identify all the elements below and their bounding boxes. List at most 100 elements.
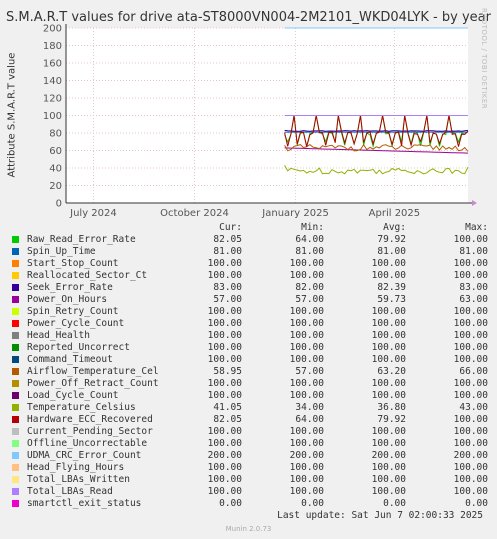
legend-value-max: 200.00 (453, 450, 488, 461)
legend-value-min: 81.00 (295, 246, 324, 257)
legend-swatch (12, 488, 19, 495)
legend-swatch (12, 416, 19, 423)
legend-value-min: 100.00 (289, 330, 324, 341)
legend-value-max: 100.00 (453, 438, 488, 449)
legend-value-cur: 100.00 (207, 390, 242, 401)
legend-value-cur: 100.00 (207, 306, 242, 317)
legend-value-avg: 79.92 (377, 414, 406, 425)
last-update: Last update: Sat Jun 7 02:00:33 2025 (277, 510, 483, 521)
legend-value-max: 100.00 (453, 330, 488, 341)
y-tick-label: 140 (43, 76, 62, 87)
legend-header-cur: Cur: (219, 222, 242, 233)
legend-series-name: Airflow_Temperature_Cel (27, 366, 159, 377)
y-tick-label: 0 (56, 199, 62, 210)
y-tick-label: 180 (43, 41, 62, 52)
legend-value-cur: 100.00 (207, 486, 242, 497)
legend-value-avg: 100.00 (371, 354, 406, 365)
legend-value-avg: 100.00 (371, 258, 406, 269)
legend-value-min: 100.00 (289, 390, 324, 401)
legend-value-min: 34.00 (295, 402, 324, 413)
legend-series-name: Total_LBAs_Written (27, 474, 130, 485)
legend-value-min: 64.00 (295, 414, 324, 425)
legend-series-name: Load_Cycle_Count (27, 390, 119, 401)
chart-plot: 0 20 40 60 80 100 120 140 160 180 200 July 2024 Octo… (43, 24, 477, 219)
legend-value-max: 100.00 (453, 462, 488, 473)
legend-value-avg: 81.00 (377, 246, 406, 257)
x-tick-label: July 2024 (69, 208, 117, 219)
legend-series-name: Head_Health (27, 330, 90, 341)
legend-value-min: 57.00 (295, 294, 324, 305)
legend-value-cur: 100.00 (207, 330, 242, 341)
legend-value-cur: 100.00 (207, 426, 242, 437)
legend-swatch (12, 428, 19, 435)
legend-series-name: Temperature_Celsius (27, 402, 136, 413)
legend-value-min: 100.00 (289, 378, 324, 389)
legend-header-max: Max: (465, 222, 488, 233)
legend-value-avg: 100.00 (371, 426, 406, 437)
legend-value-min: 82.00 (295, 282, 324, 293)
legend-value-cur: 100.00 (207, 462, 242, 473)
legend-value-min: 100.00 (289, 306, 324, 317)
legend-value-cur: 83.00 (213, 282, 242, 293)
legend-series-name: Spin_Retry_Count (27, 306, 119, 317)
legend-value-min: 64.00 (295, 234, 324, 245)
legend-value-min: 100.00 (289, 462, 324, 473)
legend-swatch (12, 272, 19, 279)
legend-value-cur: 100.00 (207, 438, 242, 449)
legend-value-cur: 100.00 (207, 258, 242, 269)
legend-value-avg: 79.92 (377, 234, 406, 245)
legend-value-min: 100.00 (289, 438, 324, 449)
legend-swatch (12, 500, 19, 507)
legend-value-cur: 81.00 (213, 246, 242, 257)
legend-value-max: 100.00 (453, 306, 488, 317)
legend-value-max: 43.00 (459, 402, 488, 413)
x-tick-label: January 2025 (261, 208, 329, 219)
legend-value-avg: 63.20 (377, 366, 406, 377)
legend-value-max: 100.00 (453, 234, 488, 245)
legend-value-avg: 100.00 (371, 306, 406, 317)
legend-value-max: 100.00 (453, 390, 488, 401)
legend-swatch (12, 356, 19, 363)
legend-value-avg: 100.00 (371, 474, 406, 485)
legend-series-name: Seek_Error_Rate (27, 282, 113, 293)
legend-value-min: 100.00 (289, 270, 324, 281)
legend-series-name: Total_LBAs_Read (27, 486, 113, 497)
legend-value-cur: 82.05 (213, 234, 242, 245)
legend-swatch (12, 320, 19, 327)
legend-value-max: 83.00 (459, 282, 488, 293)
legend-value-cur: 200.00 (207, 450, 242, 461)
legend-swatch (12, 368, 19, 375)
legend-value-avg: 100.00 (371, 330, 406, 341)
legend-swatch (12, 260, 19, 267)
legend-series-name: Reported_Uncorrect (27, 342, 130, 353)
legend-header-avg: Avg: (383, 222, 406, 233)
y-tick-label: 160 (43, 59, 62, 70)
legend-series-name: UDMA_CRC_Error_Count (27, 450, 142, 461)
legend-swatch (12, 452, 19, 459)
x-tick-label: April 2025 (369, 208, 420, 219)
legend-swatch (12, 332, 19, 339)
legend-value-cur: 100.00 (207, 318, 242, 329)
legend-value-min: 100.00 (289, 258, 324, 269)
legend-value-avg: 100.00 (371, 438, 406, 449)
legend-value-min: 100.00 (289, 342, 324, 353)
legend-swatch (12, 404, 19, 411)
legend-value-max: 100.00 (453, 342, 488, 353)
legend-value-avg: 100.00 (371, 318, 406, 329)
legend-value-min: 100.00 (289, 354, 324, 365)
legend-series-name: Current_Pending_Sector (27, 426, 153, 437)
legend-value-avg: 100.00 (371, 390, 406, 401)
legend-value-avg: 59.73 (377, 294, 406, 305)
legend-swatch (12, 344, 19, 351)
legend-series-name: Hardware_ECC_Recovered (27, 414, 153, 425)
legend-swatch (12, 284, 19, 291)
legend-header-min: Min: (301, 222, 324, 233)
legend-series-name: Offline_Uncorrectable (27, 438, 148, 449)
legend-swatch (12, 440, 19, 447)
legend-value-avg: 200.00 (371, 450, 406, 461)
legend-value-min: 0.00 (301, 498, 324, 509)
x-tick-label: October 2024 (160, 208, 229, 219)
y-tick-label: 120 (43, 94, 62, 105)
legend-series-name: Raw_Read_Error_Rate (27, 234, 136, 245)
legend-value-max: 100.00 (453, 354, 488, 365)
